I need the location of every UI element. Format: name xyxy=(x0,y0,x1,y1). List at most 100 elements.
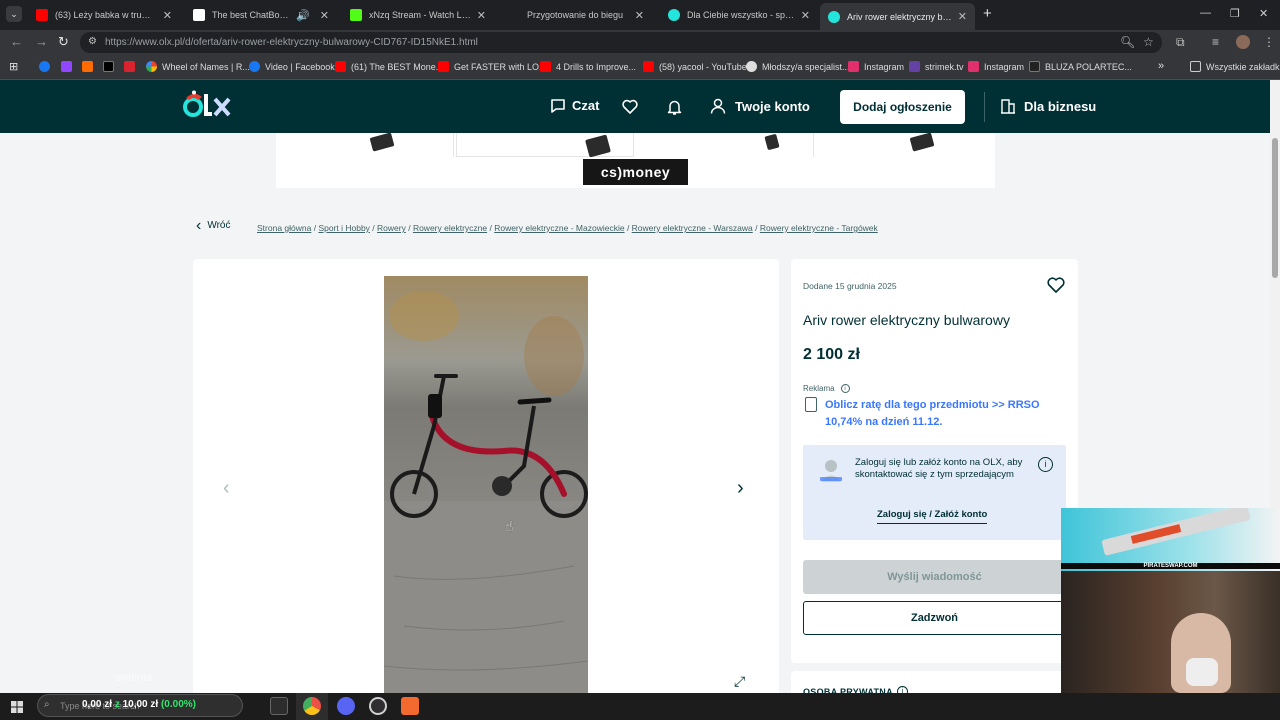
zoom-icon[interactable]: 🔍︎ xyxy=(1120,35,1135,49)
listing-photo[interactable] xyxy=(384,276,588,693)
account-link[interactable]: Twoje konto xyxy=(710,98,810,114)
bookmark-youtube[interactable]: Get FASTER with LO... xyxy=(438,61,547,72)
taskbar-search[interactable]: ⌕ Type here to search 0,00 zł z 10,00 zł… xyxy=(37,694,243,717)
csmoney-logo[interactable]: cs)money xyxy=(583,159,688,185)
login-register-link[interactable]: Zaloguj się / Załóż konto xyxy=(877,509,988,524)
bookmark-label: strimek.tv xyxy=(925,61,964,72)
bookmark-red[interactable] xyxy=(124,61,140,72)
breadcrumb-link[interactable]: Rowery xyxy=(377,223,406,233)
back-link[interactable]: ‹ Wróć xyxy=(196,217,230,233)
send-message-button[interactable]: Wyślij wiadomość xyxy=(803,560,1066,594)
terminal-icon[interactable] xyxy=(270,697,288,715)
chat-link[interactable]: Czat xyxy=(550,98,599,113)
posted-date: Dodane 15 grudnia 2025 xyxy=(803,281,897,291)
call-button[interactable]: Zadzwoń xyxy=(803,601,1066,635)
fullscreen-expand-icon[interactable]: ⤢ xyxy=(734,673,745,690)
breadcrumb-link[interactable]: Rowery elektryczne - Targówek xyxy=(760,223,878,233)
bookmark-video-facebook[interactable]: Video | Facebook xyxy=(249,61,335,72)
ad-label-text: Reklama xyxy=(803,384,835,393)
back-icon[interactable]: ← xyxy=(10,35,23,49)
discord-icon[interactable] xyxy=(337,697,355,715)
browser-tab[interactable]: Dla Ciebie wszystko - sprawdź : ✕ xyxy=(660,4,818,26)
ad-product-card[interactable] xyxy=(276,133,454,157)
ad-product-card[interactable] xyxy=(636,133,814,157)
business-label: Dla biznesu xyxy=(1024,98,1097,114)
tab-search-button[interactable]: ⌄ xyxy=(6,6,22,22)
ad-product-card[interactable] xyxy=(816,133,994,157)
pirateswap-label: PIRATESWAP.COM xyxy=(1061,563,1280,569)
facebook-icon xyxy=(249,61,260,72)
bookmark-youtube[interactable]: (61) The BEST Mone... xyxy=(335,61,443,72)
favorite-heart-icon[interactable] xyxy=(1047,277,1065,293)
previous-photo-arrow-icon[interactable]: ‹ xyxy=(223,477,230,500)
forward-icon[interactable]: → xyxy=(35,35,48,49)
ad-banner[interactable]: cs)money xyxy=(276,133,995,188)
address-bar[interactable]: ⚙ https://www.olx.pl/d/oferta/ariv-rower… xyxy=(80,32,1162,53)
browser-tab-active[interactable]: Ariv rower elektryczny bulwaro ✕ xyxy=(820,3,975,30)
speaker-icon[interactable]: 🔊 xyxy=(296,9,310,22)
bookmark-youtube[interactable]: 4 Drills to Improve... xyxy=(540,61,636,72)
bookmark-twitch[interactable] xyxy=(61,61,77,72)
obs-icon[interactable] xyxy=(369,697,387,715)
browser-tab[interactable]: The best ChatBot and Widg 🔊 ✕ xyxy=(185,4,337,26)
bookmark-orange[interactable] xyxy=(82,61,98,72)
favorites-heart-icon[interactable] xyxy=(622,99,638,114)
info-icon[interactable]: i xyxy=(840,384,850,393)
scrollbar-thumb[interactable] xyxy=(1272,138,1278,278)
bookmark-label: Instagram xyxy=(864,61,905,72)
breadcrumb-link[interactable]: Rowery elektryczne - Mazowieckie xyxy=(494,223,624,233)
more-bookmarks-icon[interactable]: » xyxy=(1158,60,1164,72)
bookmark-instagram[interactable]: Instagram xyxy=(968,61,1024,72)
business-link[interactable]: Dla biznesu xyxy=(1000,98,1096,114)
tab-title: Przygotowanie do biegu xyxy=(527,10,624,20)
bookmark-job-offer[interactable]: Młodszy/a specjalist... xyxy=(746,61,850,72)
bookmark-label: Wszystkie zakładki xyxy=(1206,61,1280,72)
bookmark-instagram[interactable]: Instagram xyxy=(848,61,904,72)
streamlabs-icon[interactable] xyxy=(401,697,419,715)
menu-kebab-icon[interactable]: ⋮ xyxy=(1263,35,1275,49)
listing-info-card: Dodane 15 grudnia 2025 Ariv rower elektr… xyxy=(791,259,1078,663)
reload-icon[interactable]: ↻ xyxy=(58,35,69,49)
apps-grid-icon[interactable]: ⊞ xyxy=(9,60,18,73)
breadcrumb-link[interactable]: Rowery elektryczne xyxy=(413,223,487,233)
browser-tab[interactable]: xNzq Stream - Watch Live on K ✕ xyxy=(342,4,494,26)
close-tab-icon[interactable]: ✕ xyxy=(163,9,172,22)
extensions-icon[interactable]: ⧉ xyxy=(1176,35,1185,50)
bookmark-strimek[interactable]: strimek.tv xyxy=(909,61,964,72)
installment-calculator-link[interactable]: Oblicz ratę dla tego przedmiotu >> RRSO … xyxy=(825,397,1069,431)
breadcrumb-link[interactable]: Rowery elektryczne - Warszawa xyxy=(632,223,753,233)
minimize-icon[interactable]: — xyxy=(1200,7,1211,19)
bookmark-facebook[interactable] xyxy=(39,61,55,72)
all-bookmarks-folder[interactable]: Wszystkie zakładki xyxy=(1190,61,1280,72)
bookmark-wheel-of-names[interactable]: Wheel of Names | R... xyxy=(146,61,250,72)
browser-tab[interactable]: Przygotowanie do biegu ✕ xyxy=(500,4,652,26)
profile-avatar[interactable] xyxy=(1236,35,1250,49)
new-tab-button[interactable]: + xyxy=(983,5,992,22)
bookmark-star-icon[interactable]: ☆ xyxy=(1143,35,1154,49)
restore-icon[interactable]: ❐ xyxy=(1230,7,1240,20)
seller-card: OSOBA PRYWATNA i xyxy=(791,671,1078,693)
info-circle-icon[interactable]: i xyxy=(1038,457,1053,472)
windows-start-icon[interactable] xyxy=(11,701,23,713)
close-window-icon[interactable]: ✕ xyxy=(1259,7,1268,20)
close-tab-icon[interactable]: ✕ xyxy=(477,9,486,22)
next-photo-arrow-icon[interactable]: › xyxy=(737,477,744,500)
info-icon[interactable]: i xyxy=(897,686,908,693)
close-tab-icon[interactable]: ✕ xyxy=(635,9,644,22)
browser-tab[interactable]: (63) Leży babka w trumnie placi ✕ xyxy=(28,4,180,26)
bookmark-label: Młodszy/a specjalist... xyxy=(762,61,850,72)
breadcrumb-link[interactable]: Strona główna xyxy=(257,223,311,233)
breadcrumb-link[interactable]: Sport i Hobby xyxy=(318,223,370,233)
notifications-bell-icon[interactable] xyxy=(667,99,682,115)
bookmark-bluza[interactable]: BLUZA POLARTEC... xyxy=(1029,61,1132,72)
close-tab-icon[interactable]: ✕ xyxy=(801,9,810,22)
olx-logo[interactable] xyxy=(182,90,234,122)
site-info-icon[interactable]: ⚙ xyxy=(88,36,97,47)
media-control-icon[interactable]: ≡ xyxy=(1212,35,1219,49)
add-listing-button[interactable]: Dodaj ogłoszenie xyxy=(840,90,965,124)
close-tab-icon[interactable]: ✕ xyxy=(320,9,329,22)
ad-product-card[interactable] xyxy=(456,133,634,158)
close-tab-icon[interactable]: ✕ xyxy=(958,10,967,23)
bookmark-youtube[interactable]: (58) yacool - YouTube xyxy=(643,61,747,72)
bookmark-x[interactable] xyxy=(103,61,119,72)
